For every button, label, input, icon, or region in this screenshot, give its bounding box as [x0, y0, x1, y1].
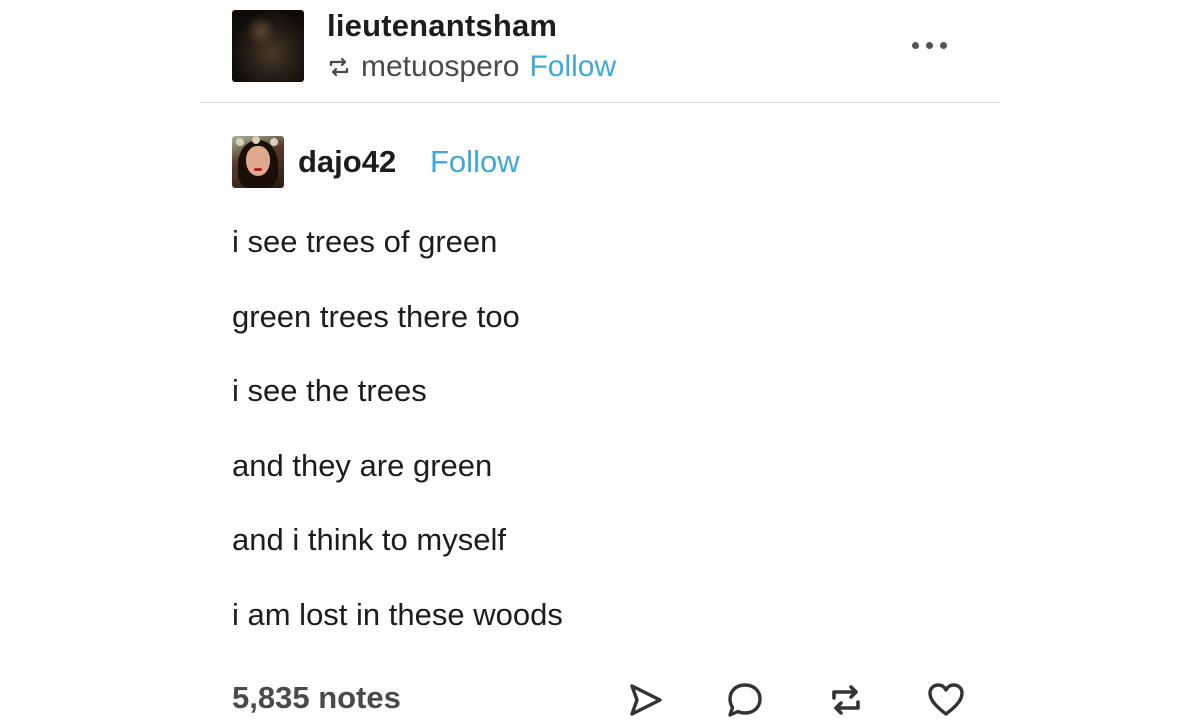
- body-line: and i think to myself: [232, 522, 506, 557]
- body-line: and they are green: [232, 447, 493, 483]
- more-dots-icon[interactable]: [912, 32, 952, 56]
- post-footer: 5,835 notes: [232, 676, 972, 726]
- body-line: green trees there too: [232, 298, 520, 334]
- follow-reblogged-from-button[interactable]: Follow: [529, 50, 616, 84]
- tumblr-post: lieutenantsham metuospero Follow dajo42 …: [200, 0, 1000, 726]
- body-line: i am lost in these woods: [232, 596, 563, 632]
- reblog-attribution: metuospero Follow: [327, 50, 616, 84]
- body-line: i see trees of green: [232, 224, 498, 259]
- body-line: i see the trees: [232, 373, 427, 408]
- post-body: i see trees of green green trees there t…: [232, 222, 563, 669]
- post-header: lieutenantsham metuospero Follow: [200, 0, 1000, 103]
- trail-avatar[interactable]: [232, 136, 284, 188]
- follow-trail-button[interactable]: Follow: [430, 144, 520, 180]
- blog-avatar[interactable]: [232, 10, 304, 82]
- blog-name[interactable]: lieutenantsham: [327, 8, 557, 44]
- trail-username[interactable]: dajo42: [298, 144, 396, 180]
- reblogged-from-name[interactable]: metuospero: [361, 50, 519, 84]
- share-icon[interactable]: [626, 680, 666, 720]
- reblog-icon[interactable]: [826, 680, 866, 720]
- reblog-small-icon: [329, 57, 349, 77]
- trail-header: dajo42 Follow: [232, 136, 932, 190]
- notes-count[interactable]: 5,835 notes: [232, 680, 401, 716]
- reply-icon[interactable]: [725, 680, 765, 720]
- like-icon[interactable]: [926, 680, 966, 720]
